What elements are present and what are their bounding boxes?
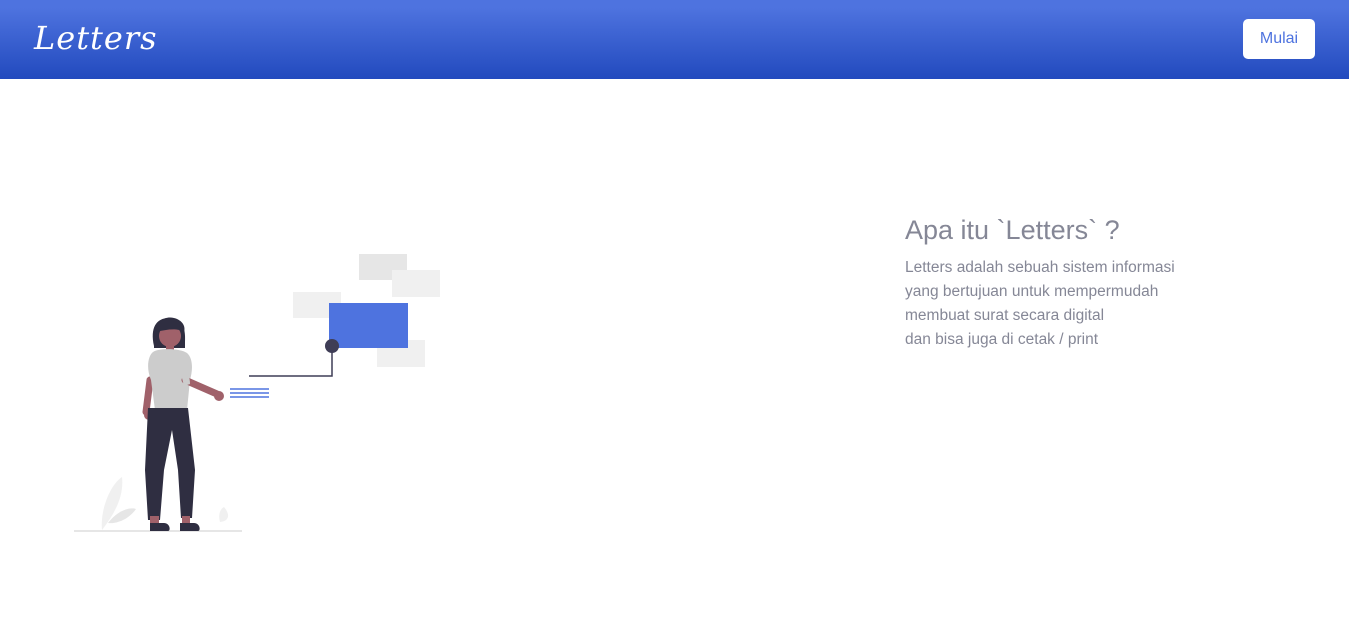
about-line: dan bisa juga di cetak / print xyxy=(905,331,1099,348)
about-line: membuat surat secara digital xyxy=(905,307,1105,324)
about-line: yang bertujuan untuk mempermudah xyxy=(905,283,1159,300)
plant-leaf xyxy=(219,507,229,522)
decor-box xyxy=(392,270,440,297)
brand-logo[interactable]: Letters xyxy=(34,14,158,62)
about-section: Apa itu `Letters` ? Letters adalah sebua… xyxy=(905,210,1305,352)
start-button[interactable]: Mulai xyxy=(1243,19,1315,59)
about-line: Letters adalah sebuah sistem informasi xyxy=(905,259,1175,276)
connector-dot xyxy=(325,339,339,353)
about-description: Letters adalah sebuah sistem informasi y… xyxy=(905,256,1305,352)
person-presenting-illustration xyxy=(60,240,460,540)
top-navbar: Letters Mulai xyxy=(0,0,1349,79)
connector-line xyxy=(249,346,333,377)
blue-card xyxy=(329,303,408,348)
about-title: Apa itu `Letters` ? xyxy=(905,215,1120,245)
